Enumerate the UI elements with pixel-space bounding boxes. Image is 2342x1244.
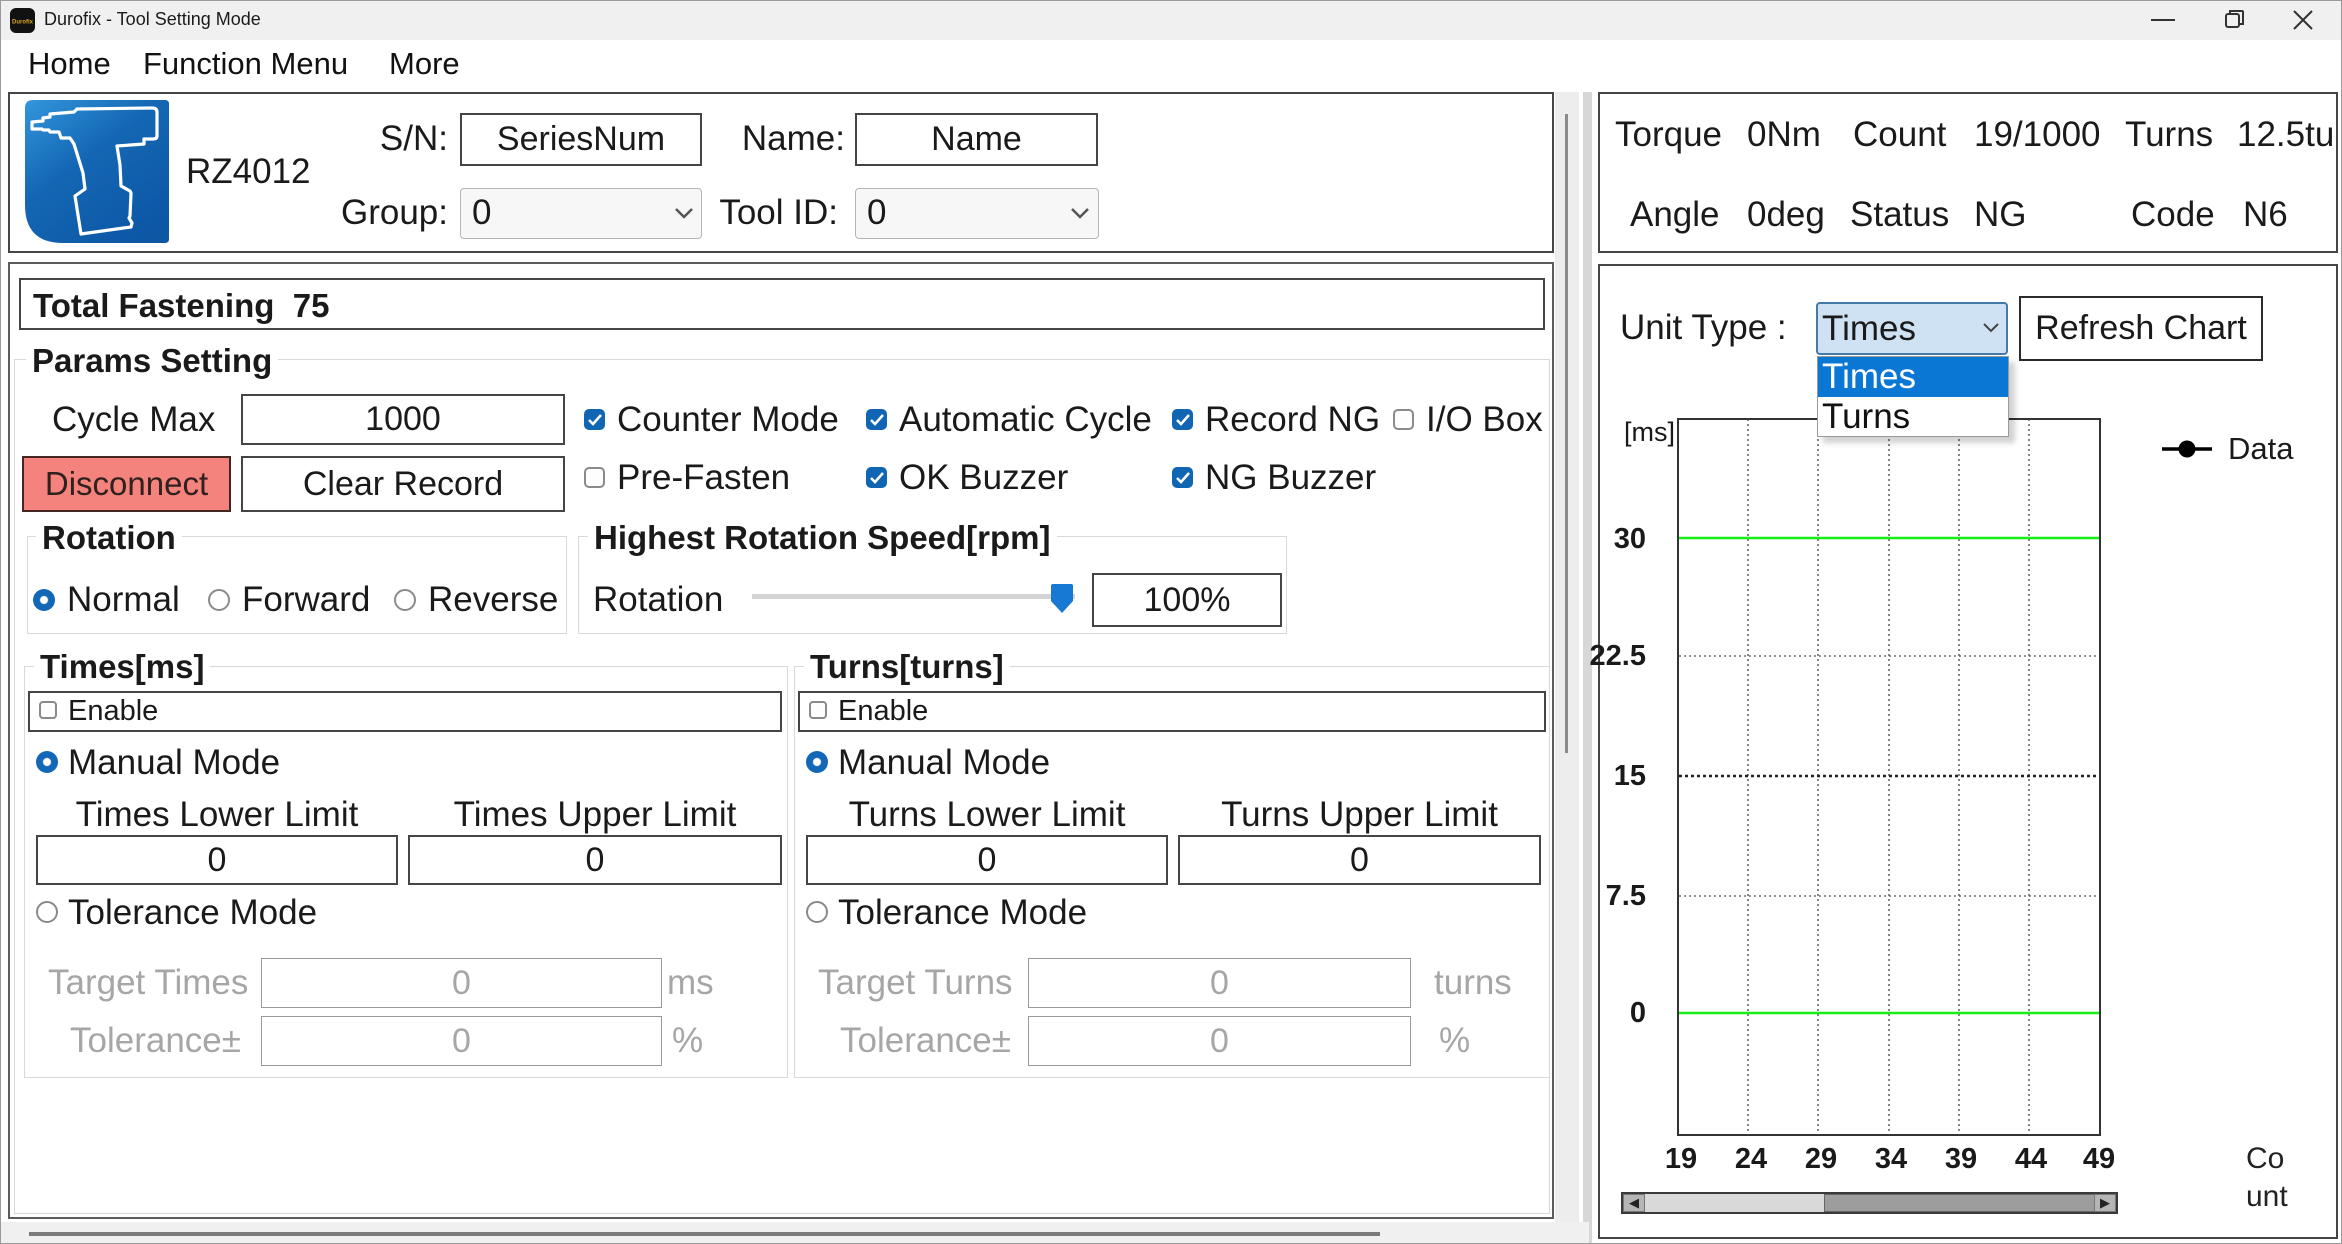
svg-text:Durofix: Durofix [12,20,34,26]
